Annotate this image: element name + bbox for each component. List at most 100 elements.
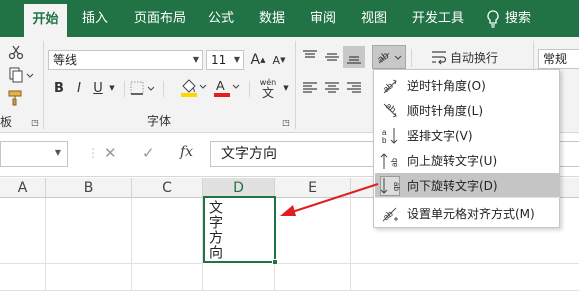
vertical-text-icon: ab — [379, 126, 401, 146]
align-left-icon[interactable] — [300, 79, 320, 97]
align-middle-icon[interactable] — [322, 48, 342, 66]
font-name-value: 等线 — [53, 53, 78, 67]
fill-color-button[interactable] — [178, 75, 210, 99]
grid-cell[interactable] — [351, 264, 579, 291]
italic-button[interactable]: I — [71, 78, 87, 98]
borders-button[interactable] — [128, 78, 158, 98]
grid-cell[interactable] — [0, 264, 46, 291]
number-format-select[interactable]: 常规 — [538, 49, 579, 69]
tab-formulas[interactable]: 公式 — [203, 0, 239, 37]
fill-bucket-icon — [181, 79, 207, 97]
column-header-B[interactable]: B — [46, 178, 132, 198]
menu-item-label: 逆时针角度(O) — [407, 79, 486, 93]
menu-item-rotate-down[interactable]: ab 向下旋转文字(D) — [375, 173, 560, 198]
tab-view[interactable]: 视图 — [356, 0, 392, 37]
tab-insert[interactable]: 插入 — [75, 0, 115, 37]
separator — [295, 41, 296, 129]
tab-search[interactable]: 搜索 — [503, 0, 533, 37]
tab-home[interactable]: 开始 — [24, 4, 67, 37]
separator — [163, 81, 164, 97]
grid-cell[interactable] — [132, 198, 203, 264]
menu-item-vertical-text[interactable]: ab 竖排文字(V) — [375, 123, 560, 148]
menu-item-label: 设置单元格对齐方式(M) — [407, 207, 535, 221]
grow-font-button[interactable]: A ▲ — [249, 50, 267, 70]
menu-item-counterclockwise[interactable]: ab 逆时针角度(O) — [375, 73, 560, 98]
svg-text:ab: ab — [384, 102, 398, 115]
wrap-text-button[interactable]: 自动换行 — [450, 47, 498, 67]
phonetic-guide-button[interactable]: wén 文 — [254, 75, 282, 101]
enter-button[interactable]: ✓ — [142, 144, 155, 162]
active-cell[interactable]: 文字方向 — [203, 196, 278, 265]
name-box[interactable]: ▼ — [0, 141, 68, 167]
format-painter-icon[interactable] — [6, 88, 26, 108]
column-header-C[interactable]: C — [132, 178, 203, 198]
grid-cell[interactable] — [275, 264, 351, 291]
chevron-down-icon: ▼ — [233, 55, 240, 64]
tab-review[interactable]: 审阅 — [305, 0, 341, 37]
chevron-down-icon[interactable]: ▼ — [281, 78, 291, 98]
grid-cell[interactable] — [275, 198, 351, 264]
angle-counterclockwise-icon: ab — [379, 76, 401, 96]
menu-item-format-alignment[interactable]: ab 设置单元格对齐方式(M) — [375, 201, 560, 226]
menu-item-rotate-up[interactable]: ab 向上旋转文字(U) — [375, 148, 560, 173]
chevron-down-icon[interactable]: ▼ — [55, 148, 61, 157]
grid-cell[interactable] — [46, 264, 132, 291]
grid-cell[interactable] — [132, 264, 203, 291]
svg-text:ab: ab — [390, 157, 399, 166]
dialog-launcher-icon[interactable]: ◳ — [30, 117, 40, 127]
rotate-text-down-icon: ab — [379, 175, 401, 196]
separator — [411, 49, 412, 67]
chevron-down-icon: ▼ — [192, 55, 199, 64]
menu-separator — [375, 197, 560, 198]
bold-button[interactable]: B — [51, 78, 67, 98]
dialog-launcher-icon[interactable]: ◳ — [281, 117, 291, 127]
lightbulb-icon — [486, 10, 500, 31]
insert-function-button[interactable]: fx — [180, 144, 193, 160]
svg-text:ab: ab — [381, 208, 395, 222]
svg-text:ab: ab — [376, 50, 392, 66]
number-format-value: 常规 — [543, 52, 568, 66]
separator — [124, 81, 125, 97]
fill-handle[interactable] — [272, 259, 278, 265]
clipboard-group-label: 板 — [0, 115, 13, 129]
column-header-D[interactable]: D — [203, 178, 275, 198]
format-cell-alignment-icon: ab — [379, 204, 401, 224]
grid-cell[interactable] — [203, 264, 275, 291]
chevron-down-icon[interactable]: ▼ — [106, 78, 118, 98]
separator — [249, 81, 250, 97]
wrap-text-icon[interactable] — [428, 47, 450, 67]
font-size-value: 11 — [211, 53, 227, 67]
font-color-button[interactable]: A — [211, 75, 243, 99]
drag-handle-icon[interactable]: ⋮ — [87, 147, 99, 159]
column-header-A[interactable]: A — [0, 178, 46, 198]
cancel-button[interactable]: ✕ — [104, 144, 117, 162]
font-name-select[interactable]: 等线 ▼ — [48, 50, 203, 70]
align-top-icon[interactable] — [300, 48, 320, 66]
cut-icon[interactable] — [6, 42, 26, 62]
separator — [43, 41, 44, 129]
grid-cell[interactable] — [46, 198, 132, 264]
font-group-label: 字体 — [147, 114, 172, 128]
align-center-icon[interactable] — [322, 79, 342, 97]
font-color-icon: A — [214, 78, 240, 97]
svg-text:ab: ab — [392, 182, 400, 191]
grow-font-icon: A — [250, 52, 261, 68]
borders-icon — [130, 81, 155, 95]
phonetic-bottom: 文 — [261, 86, 274, 100]
orientation-menu: ab 逆时针角度(O) ab 顺时针角度(L) ab 竖排文字(V) ab 向上… — [373, 69, 560, 228]
menu-item-clockwise[interactable]: ab 顺时针角度(L) — [375, 98, 560, 123]
align-bottom-icon[interactable] — [343, 46, 365, 68]
tab-page-layout[interactable]: 页面布局 — [128, 0, 192, 37]
tab-developer[interactable]: 开发工具 — [410, 0, 466, 37]
underline-button[interactable]: U — [90, 78, 106, 98]
shrink-font-button[interactable]: A ▼ — [270, 50, 288, 70]
copy-icon[interactable] — [6, 65, 36, 85]
tab-data[interactable]: 数据 — [254, 0, 290, 37]
grid-cell[interactable] — [0, 198, 46, 264]
align-right-icon[interactable] — [344, 79, 364, 97]
font-size-select[interactable]: 11 ▼ — [206, 50, 244, 70]
column-header-E[interactable]: E — [275, 178, 351, 198]
menu-item-label: 顺时针角度(L) — [407, 104, 484, 118]
orientation-button[interactable]: ab — [372, 45, 406, 69]
orientation-icon: ab — [376, 50, 402, 66]
